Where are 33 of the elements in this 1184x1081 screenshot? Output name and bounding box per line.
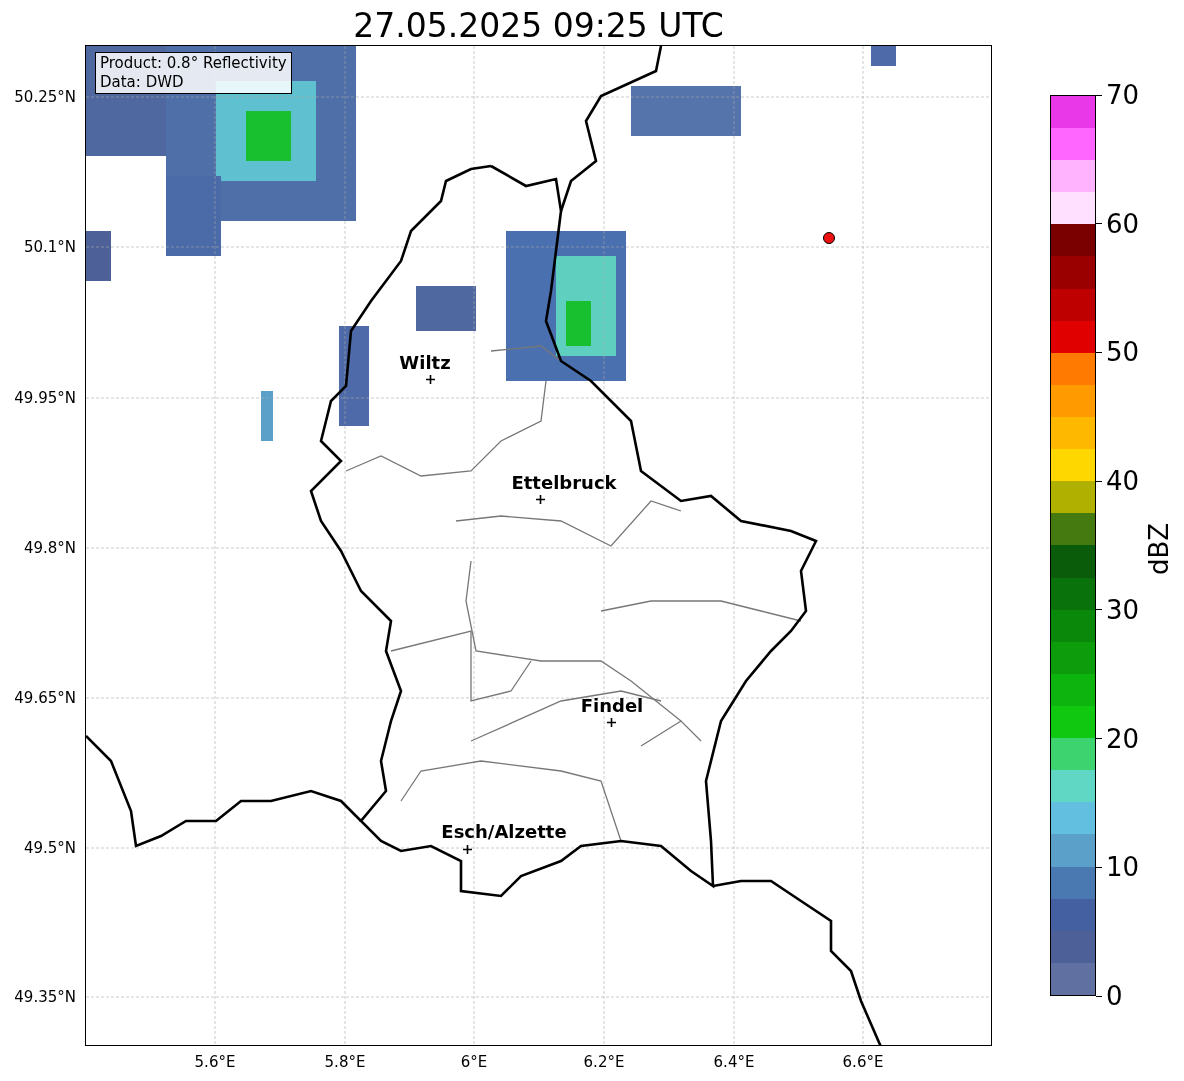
- colorbar-label: dBZ: [1144, 522, 1174, 575]
- city-marker-icon: [607, 718, 616, 727]
- colorbar-tick-label: 40: [1106, 466, 1140, 497]
- latitude-tick-label: 49.65°N: [14, 689, 76, 707]
- latitude-tick-label: 49.95°N: [14, 389, 76, 407]
- latitude-tick-label: 49.8°N: [23, 539, 76, 557]
- longitude-tick-label: 6.6°E: [842, 1053, 884, 1071]
- longitude-tick-label: 6.2°E: [583, 1053, 625, 1071]
- colorbar-tick-label: 10: [1106, 852, 1140, 883]
- info-text: Data: DWD: [100, 73, 185, 92]
- latitude-tick-label: 50.25°N: [14, 88, 76, 106]
- latitude-tick-label: 50.1°N: [23, 238, 76, 256]
- longitude-tick-label: 5.8°E: [324, 1053, 366, 1071]
- latitude-tick-label: 49.35°N: [14, 988, 76, 1006]
- city-marker-icon: [426, 375, 435, 384]
- city-marker-icon: [536, 495, 545, 504]
- chart-title: 27.05.2025 09:25 UTC: [352, 5, 725, 45]
- colorbar-tick-label: 50: [1106, 337, 1140, 368]
- colorbar-tick-label: 60: [1106, 208, 1140, 239]
- longitude-tick-label: 6.4°E: [713, 1053, 755, 1071]
- city-label: Esch/Alzette: [441, 822, 567, 842]
- colorbar-tick-label: 0: [1106, 981, 1123, 1011]
- colorbar-tick-label: 70: [1106, 80, 1140, 110]
- longitude-tick-label: 6°E: [460, 1053, 488, 1071]
- city-marker-icon: [463, 845, 472, 854]
- colorbar-tick-label: 30: [1106, 594, 1140, 625]
- city-label: Ettelbruck: [511, 473, 617, 493]
- colorbar-tick-label: 20: [1106, 723, 1140, 754]
- longitude-tick-label: 5.6°E: [194, 1053, 236, 1071]
- city-label: Wiltz: [399, 353, 451, 373]
- latitude-tick-label: 49.5°N: [23, 839, 76, 857]
- info-text: Product: 0.8° Reflectivity: [100, 54, 287, 73]
- city-label: Findel: [580, 696, 644, 716]
